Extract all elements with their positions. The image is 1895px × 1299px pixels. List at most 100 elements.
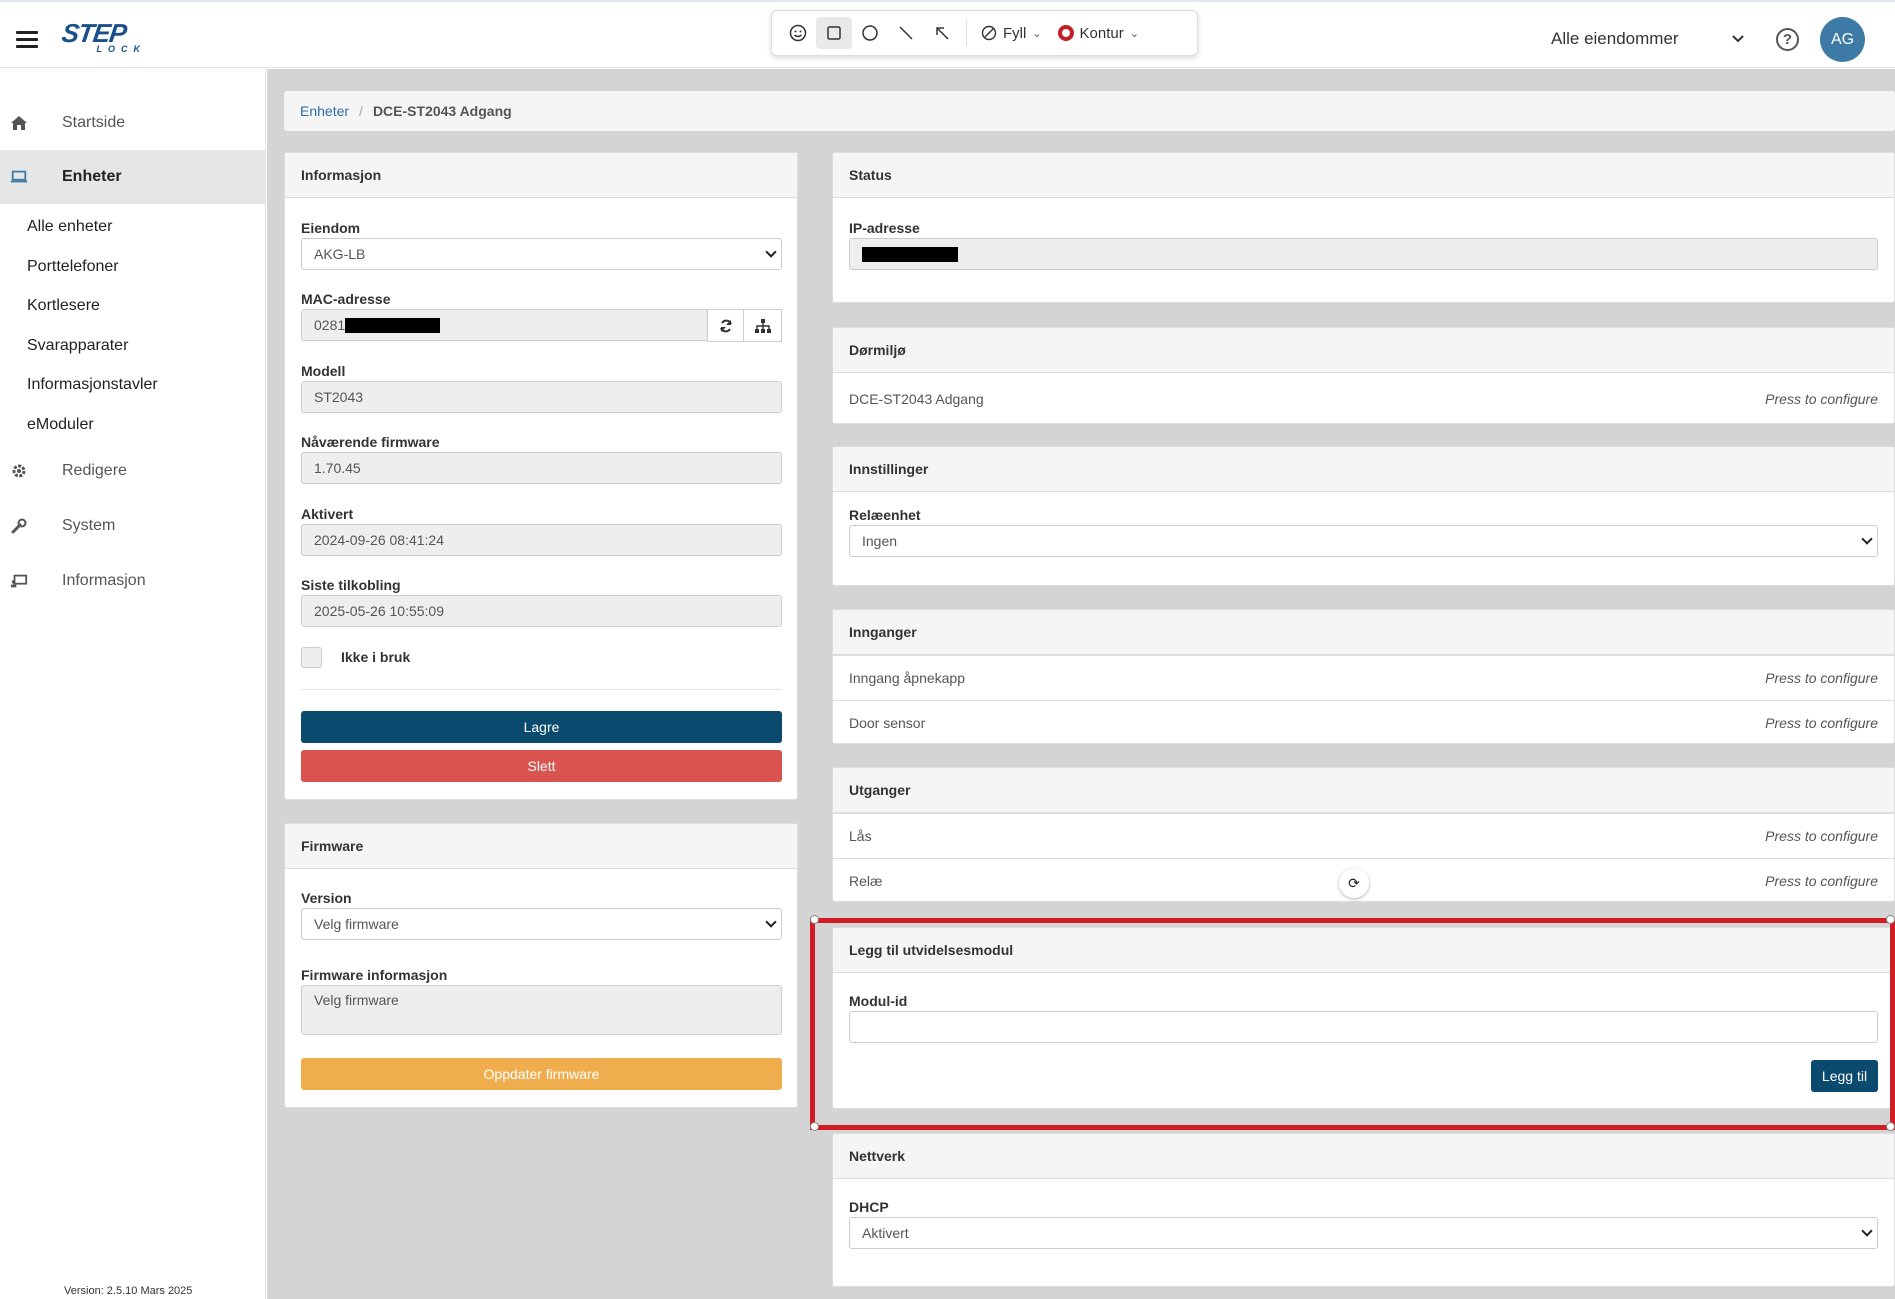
line-tool-icon[interactable] <box>888 17 924 49</box>
rectangle-tool-icon[interactable] <box>816 17 852 49</box>
property-select[interactable]: Alle eiendommer <box>1551 29 1744 49</box>
activated-field[interactable]: 2024-09-26 08:41:24 <box>301 524 782 556</box>
resize-handle[interactable] <box>1886 915 1895 924</box>
logo-text: STEP <box>59 18 129 48</box>
card-title: Dørmiljø <box>833 328 1894 373</box>
card-title: Firmware <box>285 824 797 869</box>
sidebar-item-label: Redigere <box>62 462 127 479</box>
input-row[interactable]: Door sensor Press to configure <box>833 700 1894 744</box>
top-header: STEP LOCK Fyll ⌄ Kontur ⌄ Alle eiendomme… <box>0 0 1895 68</box>
firmware-version-select[interactable]: Velg firmware <box>301 908 782 940</box>
row-label: Inngang åpnekapp <box>849 669 965 686</box>
fill-dropdown[interactable]: Fyll ⌄ <box>973 17 1050 49</box>
dhcp-select[interactable]: Aktivert <box>849 1217 1878 1249</box>
refresh-button[interactable] <box>707 309 744 342</box>
toolbar-divider <box>966 20 967 46</box>
chevron-down-icon <box>1732 35 1744 43</box>
subnav-alle-enheter[interactable]: Alle enheter <box>27 218 112 236</box>
sidebar-item-informasjon[interactable]: Informasjon <box>0 554 266 608</box>
input-row[interactable]: Inngang åpnekapp Press to configure <box>833 655 1894 699</box>
mac-label: MAC-adresse <box>301 291 391 307</box>
sidebar-item-startside[interactable]: Startside <box>0 96 266 150</box>
not-in-use-label: Ikke i bruk <box>341 649 411 665</box>
model-field[interactable]: ST2043 <box>301 381 782 413</box>
card-title: Nettverk <box>833 1134 1894 1179</box>
chevron-down-icon: ⌄ <box>1032 27 1042 40</box>
status-card: Status IP-adresse <box>832 152 1895 303</box>
ip-label: IP-adresse <box>849 220 920 236</box>
steplock-logo[interactable]: STEP LOCK <box>59 18 146 56</box>
subnav-informasjonstavler[interactable]: Informasjonstavler <box>27 376 158 394</box>
breadcrumb: Enheter / DCE-ST2043 Adgang <box>284 91 1895 131</box>
network-button[interactable] <box>743 309 782 342</box>
home-icon <box>10 114 28 132</box>
dhcp-value: Aktivert <box>862 1225 909 1241</box>
redacted-block <box>862 246 958 262</box>
inputs-card: Innganger Inngang åpnekapp Press to conf… <box>832 609 1895 744</box>
mac-field[interactable]: 0281 <box>301 309 708 341</box>
model-label: Modell <box>301 363 346 379</box>
firmware-info-field[interactable]: Velg firmware <box>301 985 782 1035</box>
press-to-configure-link[interactable]: Press to configure <box>1765 828 1878 844</box>
press-to-configure-link[interactable]: Press to configure <box>1765 715 1878 731</box>
resize-handle[interactable] <box>810 915 819 924</box>
breadcrumb-separator: / <box>359 103 363 119</box>
breadcrumb-root-link[interactable]: Enheter <box>300 103 349 119</box>
rotate-cursor-icon: ⟳ <box>1339 868 1369 898</box>
subnav-kortlesere[interactable]: Kortlesere <box>27 297 100 315</box>
arrow-tool-icon[interactable] <box>924 17 960 49</box>
press-to-configure-link[interactable]: Press to configure <box>1765 670 1878 686</box>
circle-tool-icon[interactable] <box>852 17 888 49</box>
emoji-icon[interactable] <box>780 17 816 49</box>
update-firmware-button[interactable]: Oppdater firmware <box>301 1058 782 1090</box>
help-icon[interactable]: ? <box>1776 28 1799 51</box>
hamburger-menu-icon[interactable] <box>16 31 38 48</box>
sidebar-item-redigere[interactable]: Redigere <box>0 444 266 498</box>
chevron-down-icon <box>1861 1225 1873 1237</box>
annotation-toolbar: Fyll ⌄ Kontur ⌄ <box>771 10 1198 56</box>
delete-button[interactable]: Slett <box>301 750 782 782</box>
property-select[interactable]: AKG-LB <box>301 238 782 270</box>
sidebar-item-enheter[interactable]: Enheter <box>0 150 266 204</box>
last-connection-field[interactable]: 2025-05-26 10:55:09 <box>301 595 782 627</box>
row-label: Door sensor <box>849 714 926 731</box>
row-label: DCE-ST2043 Adgang <box>849 391 984 407</box>
press-to-configure-link[interactable]: Press to configure <box>1765 391 1878 407</box>
annotation-rectangle[interactable] <box>810 918 1895 1130</box>
last-connection-label: Siste tilkobling <box>301 577 401 593</box>
sidebar-item-system[interactable]: System <box>0 499 266 553</box>
sidebar-item-label: System <box>62 517 116 534</box>
version-text: Version: 2.5.10 Mars 2025 <box>64 1285 193 1297</box>
relay-label: Relæenhet <box>849 507 921 523</box>
output-row[interactable]: Lås Press to configure <box>833 813 1894 857</box>
resize-handle[interactable] <box>1886 1122 1895 1131</box>
subnav-emoduler[interactable]: eModuler <box>27 416 94 434</box>
refresh-icon <box>719 319 732 332</box>
dhcp-label: DHCP <box>849 1199 889 1215</box>
network-card: Nettverk DHCP Aktivert <box>832 1133 1895 1287</box>
chevron-down-icon <box>765 246 777 258</box>
door-environment-row[interactable]: DCE-ST2043 Adgang Press to configure <box>833 373 1894 425</box>
relay-value: Ingen <box>862 533 898 549</box>
settings-card: Innstillinger Relæenhet Ingen <box>832 446 1895 586</box>
wrench-icon <box>10 517 28 535</box>
not-in-use-checkbox[interactable] <box>301 647 322 668</box>
subnav-svarapparater[interactable]: Svarapparater <box>27 337 128 355</box>
sidebar-item-label: Informasjon <box>62 572 146 589</box>
user-avatar[interactable]: AG <box>1820 17 1865 62</box>
chevron-down-icon <box>1861 533 1873 545</box>
card-title: Informasjon <box>285 153 797 198</box>
save-button[interactable]: Lagre <box>301 711 782 743</box>
resize-handle[interactable] <box>810 1122 819 1131</box>
sidebar-item-label: Startside <box>62 114 126 131</box>
breadcrumb-current: DCE-ST2043 Adgang <box>372 103 512 119</box>
laptop-icon <box>10 168 28 186</box>
card-title: Innganger <box>833 610 1894 655</box>
outline-dropdown[interactable]: Kontur ⌄ <box>1050 17 1147 49</box>
redacted-block <box>345 317 441 333</box>
press-to-configure-link[interactable]: Press to configure <box>1765 873 1878 889</box>
subnav-porttelefoner[interactable]: Porttelefoner <box>27 258 119 276</box>
firmware-field[interactable]: 1.70.45 <box>301 452 782 484</box>
ip-field[interactable] <box>849 238 1878 270</box>
relay-select[interactable]: Ingen <box>849 525 1878 557</box>
